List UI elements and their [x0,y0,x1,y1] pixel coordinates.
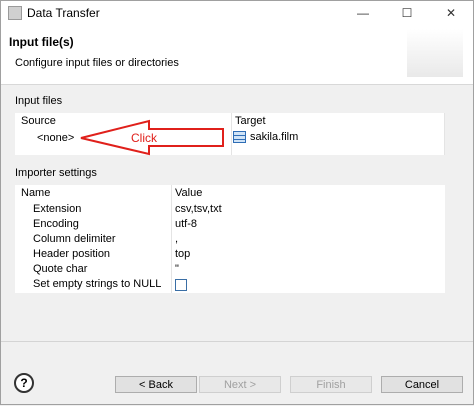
button-bar-separator [1,341,473,342]
page-description: Configure input files or directories [15,57,179,69]
help-icon[interactable]: ? [14,373,34,393]
setting-value[interactable]: top [175,248,190,260]
setting-value[interactable]: csv,tsv,txt [175,203,222,215]
input-files-group-label: Input files [15,95,63,107]
target-value: sakila.film [250,131,299,143]
table-row[interactable]: Header position top [15,248,445,263]
empty-strings-null-checkbox[interactable] [175,279,187,291]
header-banner-image [407,29,463,77]
input-files-table: Source Target [15,113,445,155]
data-transfer-window: Data Transfer — ☐ ✕ Input file(s) Config… [0,0,474,405]
name-column-header: Name [21,187,51,199]
maximize-icon[interactable]: ☐ [385,1,429,25]
target-cell[interactable]: sakila.film [233,131,298,143]
window-title: Data Transfer [27,6,100,20]
setting-name: Encoding [33,218,79,230]
page-title: Input file(s) [9,35,74,49]
cancel-button[interactable]: Cancel [381,376,463,393]
table-row[interactable]: Set empty strings to NULL [15,278,445,293]
wizard-header: Input file(s) Configure input files or d… [1,25,473,85]
close-icon[interactable]: ✕ [429,1,473,25]
setting-value[interactable]: " [175,263,179,275]
importer-settings-table: Name Value Extension csv,tsv,txt Encodin… [15,185,445,293]
source-cell[interactable]: <none> [37,132,74,144]
source-column-header: Source [21,115,56,127]
table-icon [233,131,246,143]
setting-name: Extension [33,203,82,215]
app-icon [8,6,22,20]
setting-name: Column delimiter [33,233,116,245]
table-row[interactable]: Extension csv,tsv,txt [15,203,445,218]
finish-button[interactable]: Finish [290,376,372,393]
value-column-header: Value [175,187,203,199]
table-row[interactable]: Column delimiter , [15,233,445,248]
importer-settings-group-label: Importer settings [15,167,97,179]
title-bar: Data Transfer — ☐ ✕ [1,1,473,25]
table-header-row: Name Value [15,187,445,202]
setting-name: Set empty strings to NULL [33,278,162,290]
minimize-icon[interactable]: — [341,1,385,25]
next-button[interactable]: Next > [199,376,281,393]
column-separator [231,113,232,155]
setting-value[interactable]: utf-8 [175,218,197,230]
table-row[interactable]: Encoding utf-8 [15,218,445,233]
target-column-header: Target [235,115,266,127]
setting-name: Quote char [33,263,88,275]
setting-name: Header position [33,248,111,260]
back-button[interactable]: < Back [115,376,197,393]
column-separator [444,113,445,155]
table-row[interactable]: Quote char " [15,263,445,278]
setting-value[interactable]: , [175,233,178,245]
